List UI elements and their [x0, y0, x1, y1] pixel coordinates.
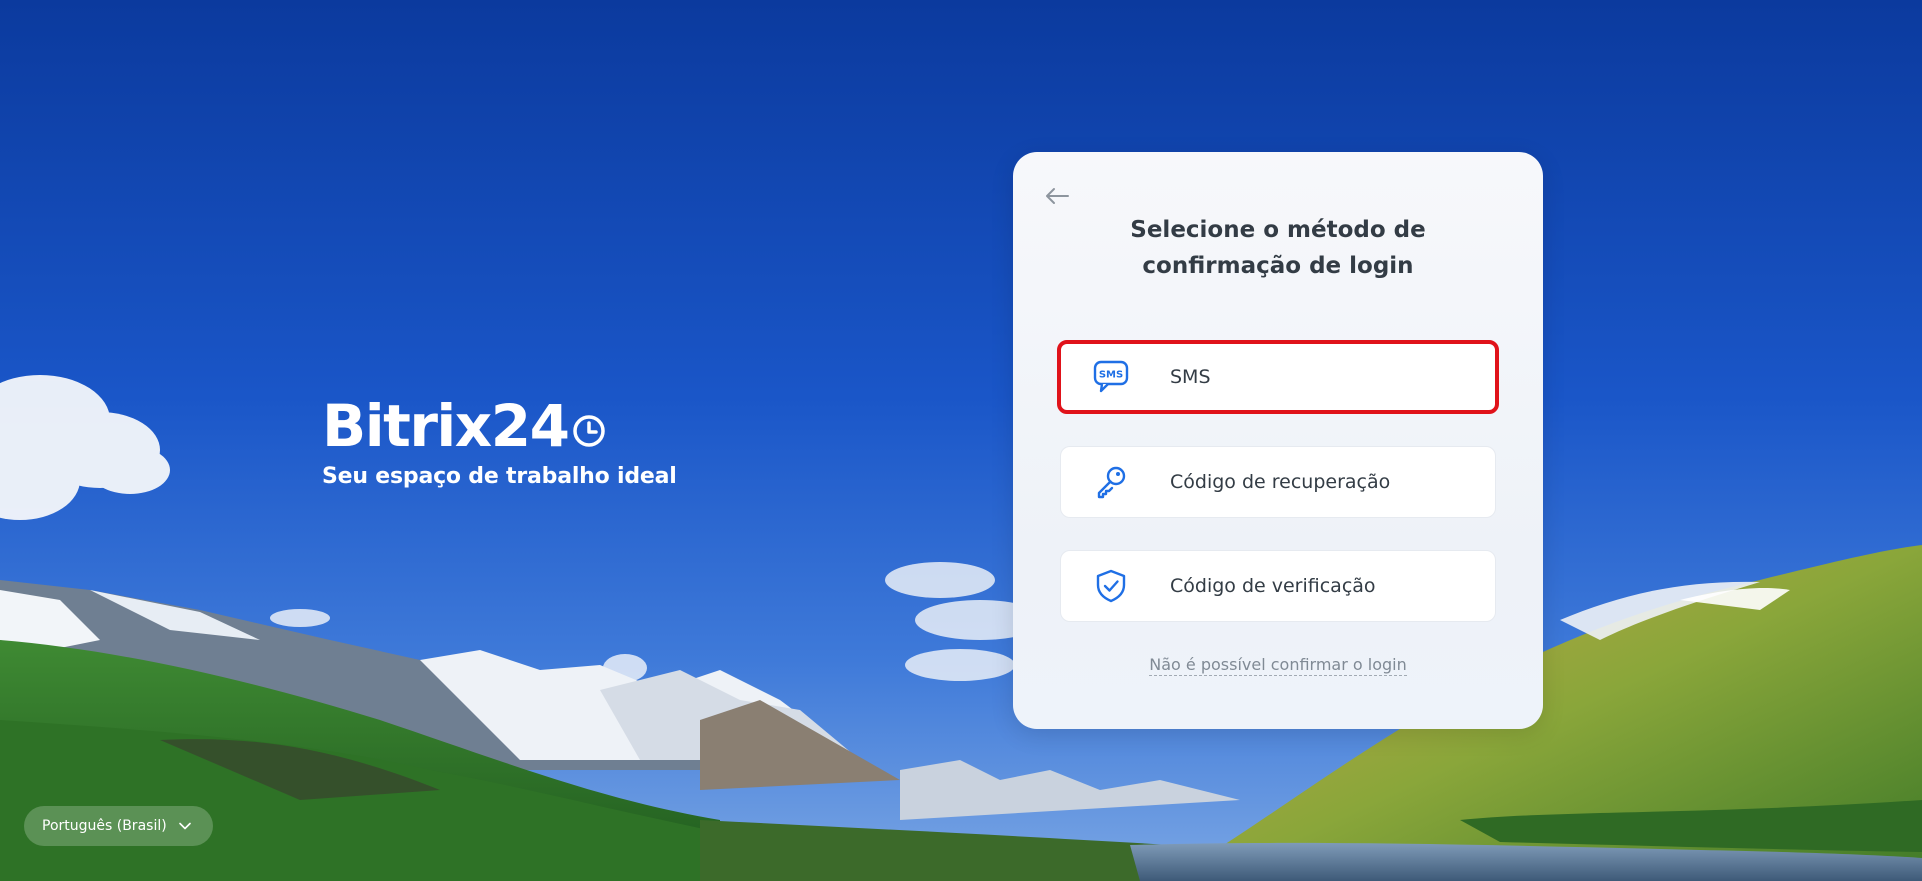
brand-name: Bitrix24: [322, 392, 570, 460]
key-icon: [1091, 462, 1131, 502]
cant-confirm-row: Não é possível confirmar o login: [1013, 655, 1543, 676]
background-landscape: [0, 0, 1922, 881]
clock-icon: [572, 396, 606, 460]
option-verification-code-label: Código de verificação: [1170, 575, 1376, 597]
language-selector[interactable]: Português (Brasil): [24, 806, 213, 846]
shield-check-icon: [1091, 566, 1131, 606]
brand-logo: Bitrix24: [322, 394, 677, 460]
option-recovery-code-label: Código de recuperação: [1170, 471, 1391, 493]
back-button[interactable]: [1041, 182, 1073, 214]
chevron-down-icon: [178, 818, 191, 834]
brand-tagline: Seu espaço de trabalho ideal: [322, 464, 677, 489]
option-sms-label: SMS: [1170, 366, 1211, 388]
language-label: Português (Brasil): [42, 818, 167, 834]
option-recovery-code[interactable]: Código de recuperação: [1060, 446, 1496, 518]
option-sms[interactable]: SMS SMS: [1057, 340, 1499, 414]
dialog-title: Selecione o método de confirmação de log…: [1130, 217, 1426, 279]
sms-icon: SMS: [1091, 357, 1131, 397]
brand-block: Bitrix24 Seu espaço de trabalho ideal: [322, 394, 677, 489]
cant-confirm-link[interactable]: Não é possível confirmar o login: [1149, 655, 1407, 676]
option-verification-code[interactable]: Código de verificação: [1060, 550, 1496, 622]
arrow-left-icon: [1044, 187, 1070, 210]
svg-text:SMS: SMS: [1099, 370, 1123, 381]
login-confirmation-dialog: Selecione o método de confirmação de log…: [1013, 152, 1543, 729]
